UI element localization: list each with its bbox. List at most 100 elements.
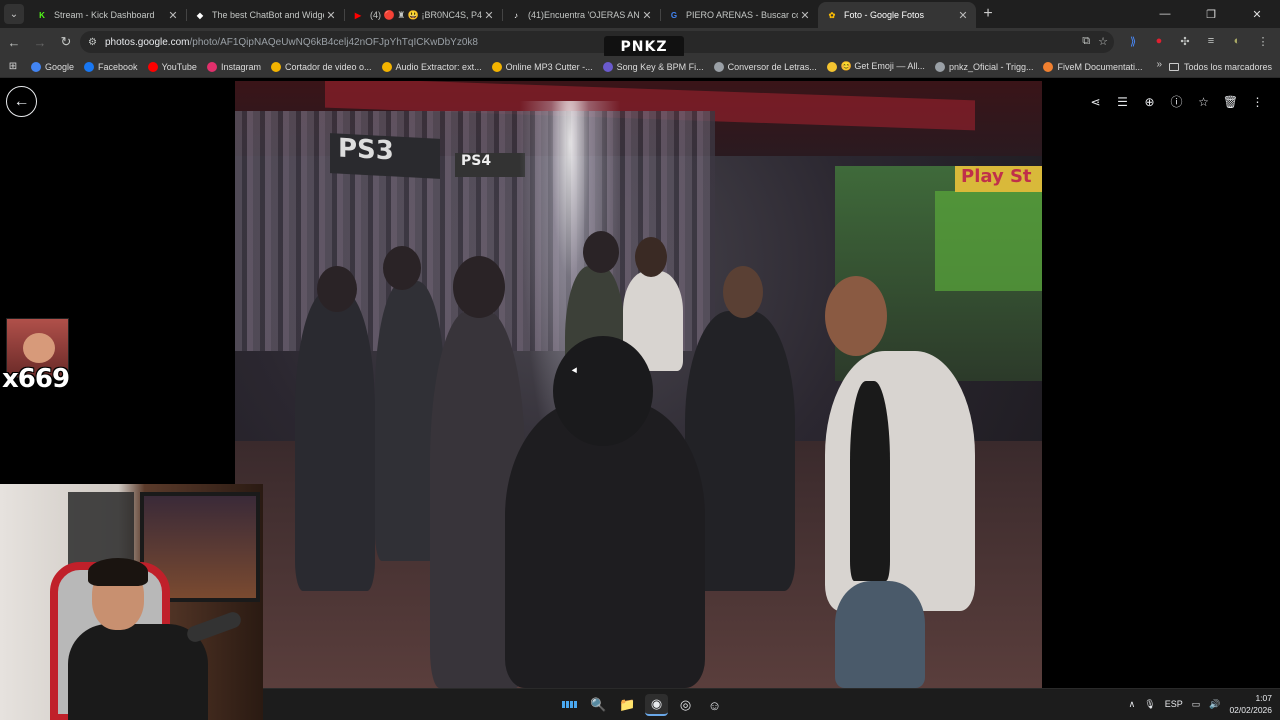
photo-person-head (583, 231, 619, 273)
install-app-icon[interactable]: ⧉ (1082, 35, 1090, 48)
tab-search-button[interactable]: ⌄ (4, 4, 24, 24)
photo-person-head (723, 266, 763, 318)
bookmark-item[interactable]: 😊 Get Emoji — All... (822, 57, 930, 77)
photo-ps3-sign: PS3 (330, 133, 440, 179)
reload-button[interactable]: ↻ (54, 30, 78, 54)
clock-date: 02/02/2026 (1229, 705, 1272, 715)
tab-6[interactable]: ✿ Foto - Google Fotos ✕ (818, 2, 976, 28)
more-icon[interactable]: ⋮ (1249, 93, 1266, 110)
volume-icon[interactable]: 🔊 (1209, 699, 1220, 710)
bookmark-item[interactable]: Google (26, 57, 79, 77)
extension-record-icon[interactable]: ● (1148, 30, 1170, 52)
favorite-icon[interactable]: ☆ (1195, 93, 1212, 110)
bookmark-star-icon[interactable]: ☆ (1098, 35, 1108, 48)
tab-close-icon[interactable]: ✕ (956, 9, 970, 22)
photo: Play St PS3 PS4 (235, 81, 1042, 688)
tab-1[interactable]: K Stream - Kick Dashboard ✕ (28, 2, 186, 28)
tab-close-icon[interactable]: ✕ (482, 9, 496, 22)
profile-avatar[interactable]: ◐ (1226, 30, 1248, 52)
bookmarks-overflow-button[interactable]: » (1156, 59, 1162, 70)
bookmark-favicon-icon (381, 61, 392, 72)
extension-lightning-icon[interactable]: ⟫ (1122, 30, 1144, 52)
minimize-button[interactable]: — (1142, 0, 1188, 28)
bookmark-favicon-icon (84, 61, 95, 72)
photo-person-head (825, 276, 887, 356)
forward-button[interactable]: → (28, 30, 52, 54)
discord-icon[interactable]: ☺ (703, 694, 726, 716)
tab-close-icon[interactable]: ✕ (798, 9, 812, 22)
bookmark-item[interactable]: Facebook (79, 57, 143, 77)
site-info-icon[interactable]: ⚙ (88, 37, 97, 48)
search-icon[interactable]: 🔍 (587, 694, 610, 716)
bookmark-item[interactable]: pnkz_Oficial - Trigg... (930, 57, 1039, 77)
tab-title: PIERO ARENAS - Buscar con Go (686, 10, 798, 20)
photo-playstation-sign: Play St (955, 166, 1042, 192)
extensions-puzzle-icon[interactable]: ✣ (1174, 30, 1196, 52)
bookmark-item[interactable]: Audio Extractor: ext... (377, 57, 487, 77)
chrome-menu-icon[interactable]: ⋮ (1252, 30, 1274, 52)
google-icon: G (670, 10, 678, 20)
bookmark-item[interactable]: Conversor de Letras... (709, 57, 822, 77)
tab-title: (41)Encuentra 'OJERAS ANTES Y (528, 10, 640, 20)
tab-close-icon[interactable]: ✕ (324, 9, 338, 22)
apps-grid-icon[interactable]: ⊞ (0, 57, 26, 77)
media-control-icon[interactable]: ≡ (1200, 30, 1222, 52)
all-bookmarks-button[interactable]: Todos los marcadores (1168, 57, 1272, 77)
bookmark-item[interactable]: Song Key & BPM Fi... (598, 57, 709, 77)
edit-icon[interactable]: ☰ (1114, 93, 1131, 110)
bookmark-label: YouTube (161, 61, 197, 72)
address-bar[interactable]: ⚙ photos.google.com /photo/AF1QipNAQeUwN… (80, 31, 1114, 53)
clock[interactable]: 1:07 02/02/2026 (1229, 692, 1272, 716)
bookmark-label: FiveM Documentati... (1057, 61, 1143, 72)
language-indicator[interactable]: ESP (1165, 699, 1183, 709)
back-arrow-button[interactable]: ← (6, 86, 37, 117)
network-icon[interactable]: ▭ (1192, 699, 1201, 710)
bookmark-label: Instagram (220, 61, 261, 72)
tab-close-icon[interactable]: ✕ (166, 9, 180, 22)
tab-close-icon[interactable]: ✕ (640, 9, 654, 22)
windows-start-icon[interactable] (562, 697, 577, 712)
bookmark-item[interactable]: YouTube (143, 57, 202, 77)
bookmark-item[interactable]: Cortador de video o... (266, 57, 377, 77)
photo-person-head (453, 256, 505, 318)
bookmark-favicon-icon (31, 61, 41, 72)
chrome-icon[interactable]: ◉ (645, 694, 668, 716)
bookmark-favicon-icon (713, 61, 724, 72)
share-icon[interactable]: ⋖ (1087, 93, 1104, 110)
back-button[interactable]: ← (2, 30, 26, 54)
bookmark-favicon-icon (934, 61, 945, 72)
bookmark-item[interactable]: Online MP3 Cutter -... (487, 57, 598, 77)
bookmark-label: pnkz_Oficial - Trigg... (948, 61, 1034, 72)
webcam-microphone (184, 609, 244, 645)
tab-4[interactable]: ♪ (41)Encuentra 'OJERAS ANTES Y✕ (502, 2, 660, 28)
folder-icon (1168, 63, 1179, 71)
bookmark-favicon-icon (270, 61, 281, 72)
file-explorer-icon[interactable]: 📁 (616, 694, 639, 716)
bookmark-item[interactable]: FiveM Documentati... (1038, 57, 1147, 77)
bookmark-favicon-icon (826, 61, 837, 72)
new-tab-button[interactable]: + (976, 2, 1000, 26)
tray-overflow-icon[interactable]: ∧ (1129, 699, 1136, 710)
bookmark-label: Google (45, 61, 75, 72)
close-window-button[interactable]: ✕ (1234, 0, 1280, 28)
windows-taskbar: 🔍 📁 ◉ ◎ ☺ ∧ 🎙 ESP ▭ 🔊 1:07 02/02/2026 (263, 688, 1280, 720)
photo-person (295, 291, 375, 591)
tab-title: Foto - Google Fotos (844, 10, 925, 20)
tab-2[interactable]: ◆ The best ChatBot and Widgets ✕ (186, 2, 344, 28)
photo-person (825, 351, 975, 611)
windows-logo-pane (562, 701, 565, 708)
microphone-icon[interactable]: 🎙 (1144, 699, 1155, 710)
delete-icon[interactable]: 🗑 (1222, 93, 1239, 110)
tab-5[interactable]: G PIERO ARENAS - Buscar con Go✕ (660, 2, 818, 28)
tab-title: The best ChatBot and Widgets (212, 10, 324, 20)
bookmark-item[interactable]: Instagram (202, 57, 266, 77)
tab-3[interactable]: ▶ (4) 🔴 ♜ 😃 ¡BR0NC4S, P4RCH4D✕ (344, 2, 502, 28)
restore-button[interactable]: ❐ (1188, 0, 1234, 28)
url-path: /photo/AF1QipNAQeUwNQ6kB4celj42nOFJpYhTq… (189, 36, 478, 48)
photo-person-head (317, 266, 357, 312)
bookmark-label: Cortador de video o... (284, 61, 372, 72)
info-icon[interactable]: ⓘ (1168, 93, 1185, 110)
zoom-icon[interactable]: ⊕ (1141, 93, 1158, 110)
obs-icon[interactable]: ◎ (674, 694, 697, 716)
bookmark-favicon-icon (602, 61, 613, 72)
